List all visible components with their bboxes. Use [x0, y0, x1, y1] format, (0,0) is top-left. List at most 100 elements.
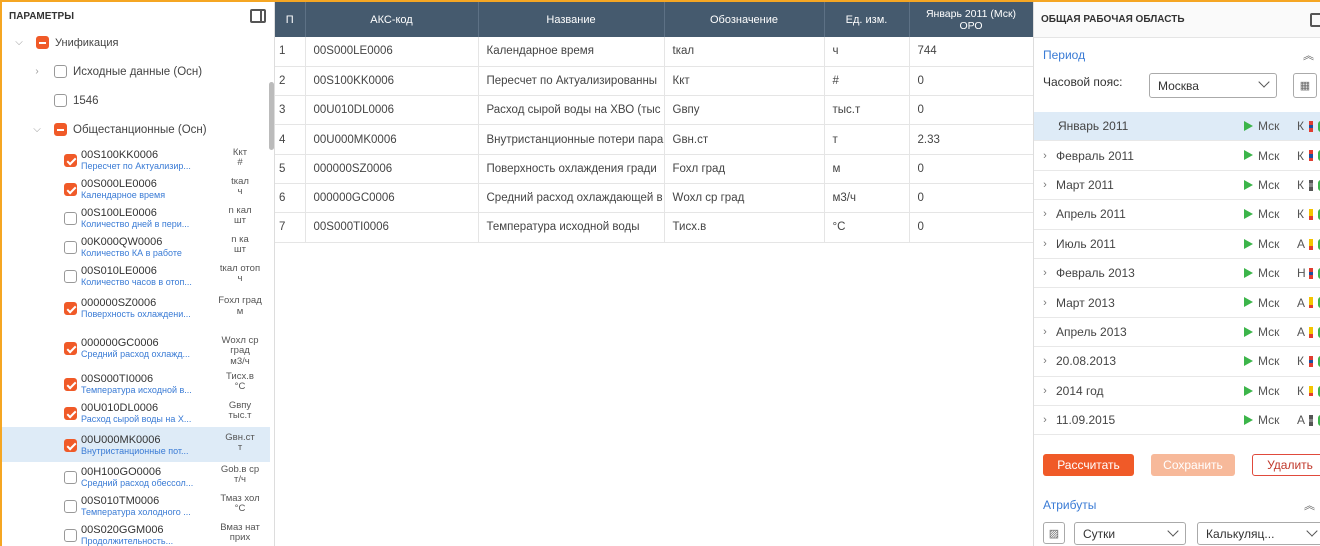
parameter-item[interactable]: 00S000TI0006 Температура исходной в... Тис…	[2, 369, 270, 398]
parameter-checkbox[interactable]	[64, 438, 77, 452]
cell-value[interactable]: 2.33	[909, 124, 1033, 155]
tree-root-checkbox[interactable]	[36, 36, 49, 49]
cell-unit[interactable]: м3/ч	[824, 183, 910, 214]
parameter-checkbox[interactable]	[64, 182, 77, 196]
left-scrollbar[interactable]	[269, 82, 274, 150]
timezone-select[interactable]: Москва	[1149, 73, 1277, 98]
table-row[interactable]: 4 00U000MK0006 Внутристанционные потери па…	[275, 124, 1033, 155]
play-icon[interactable]	[1244, 385, 1253, 396]
parameter-item[interactable]: 00S010LE0006 Количество часов в отоп... tк…	[2, 261, 270, 290]
collapse-icon[interactable]: ︽	[1303, 47, 1314, 63]
calculate-button[interactable]: Рассчитать	[1043, 454, 1134, 476]
parameter-item[interactable]: 00S100LE0006 Количество дней в пери... n к…	[2, 203, 270, 232]
chevron-down-icon[interactable]: ⌵	[14, 37, 24, 48]
cell-code[interactable]: 00S000TI0006	[305, 212, 479, 243]
col-header-n[interactable]: П	[275, 2, 306, 37]
parameter-item[interactable]: 00S020GGM006 Продолжительность... Вмаз нат…	[2, 520, 270, 546]
cell-code[interactable]: 000000GC0006	[305, 183, 479, 214]
collapse-icon[interactable]: ︽	[1304, 497, 1315, 513]
col-header-code[interactable]: АКС-код	[305, 2, 479, 37]
chevron-right-icon[interactable]: ›	[1038, 326, 1052, 338]
cell-name[interactable]: Средний расход охлаждающей в	[478, 183, 665, 214]
chevron-right-icon[interactable]: ›	[1038, 297, 1052, 309]
cell-symbol[interactable]: Fохл град	[664, 154, 825, 184]
cell-code[interactable]: 00U000MK0006	[305, 124, 479, 155]
parameter-item[interactable]: 00S010TM0006 Температура холодного ... Тма…	[2, 491, 270, 520]
col-header-symbol[interactable]: Обозначение	[664, 2, 825, 37]
cell-code[interactable]: 00S000LE0006	[305, 37, 479, 67]
delete-button[interactable]: Удалить	[1252, 454, 1320, 476]
period-item[interactable]: › Февраль 2013 Мск Н	[1034, 259, 1320, 289]
tree-group-checkbox[interactable]	[54, 123, 67, 136]
parameter-desc[interactable]: Расход сырой воды на Х...	[81, 414, 206, 425]
filter-button[interactable]: ▨	[1043, 522, 1065, 544]
parameter-checkbox[interactable]	[64, 302, 77, 315]
chevron-right-icon[interactable]: ›	[1038, 150, 1052, 162]
parameter-item[interactable]: 00U000MK0006 Внутристанционные пот... Gвн.…	[2, 427, 270, 462]
parameter-desc[interactable]: Поверхность охлаждени...	[81, 309, 206, 320]
parameter-checkbox[interactable]	[64, 406, 77, 420]
cell-code[interactable]: 000000SZ0006	[305, 154, 479, 184]
panel-toggle-icon[interactable]	[1310, 13, 1320, 27]
period-item[interactable]: › 11.09.2015 Мск А	[1034, 406, 1320, 436]
parameter-item[interactable]: 000000GC0006 Средний расход охлажд... Wохл…	[2, 326, 270, 369]
attributes-header[interactable]: Атрибуты ︽	[1034, 492, 1320, 518]
cell-value[interactable]: 0	[909, 183, 1033, 214]
chevron-right-icon[interactable]: ›	[1038, 208, 1052, 220]
cell-name[interactable]: Календарное время	[478, 37, 665, 67]
calculation-select[interactable]: Калькуляц...	[1197, 522, 1320, 545]
parameter-checkbox[interactable]	[64, 377, 77, 391]
table-row[interactable]: 5 000000SZ0006 Поверхность охлаждения град…	[275, 154, 1033, 184]
cell-value[interactable]: 744	[909, 37, 1033, 67]
parameter-checkbox[interactable]	[64, 341, 77, 355]
cell-code[interactable]: 00S100KK0006	[305, 66, 479, 97]
period-item[interactable]: › Июль 2011 Мск А	[1034, 230, 1320, 259]
cell-n[interactable]: 5	[275, 154, 306, 184]
cell-value[interactable]: 0	[909, 66, 1033, 97]
chevron-right-icon[interactable]: ›	[1038, 179, 1052, 191]
panel-toggle-icon[interactable]	[250, 9, 266, 23]
parameter-item[interactable]: 00S000LE0006 Календарное время tкал ч	[2, 174, 270, 203]
parameter-checkbox[interactable]	[64, 211, 77, 225]
parameter-checkbox[interactable]	[64, 153, 77, 167]
period-item[interactable]: › Март 2013 Мск А	[1034, 288, 1320, 318]
table-row[interactable]: 3 00U010DL0006 Расход сырой воды на ХВО (т…	[275, 95, 1033, 126]
parameter-checkbox[interactable]	[64, 269, 77, 283]
period-item[interactable]: › Апрель 2013 Мск А	[1034, 318, 1320, 348]
period-item[interactable]: Январь 2011 Мск К	[1034, 112, 1320, 142]
cell-n[interactable]: 2	[275, 66, 306, 97]
chevron-right-icon[interactable]: ›	[1038, 267, 1052, 279]
period-item[interactable]: › 2014 год Мск К	[1034, 377, 1320, 406]
play-icon[interactable]	[1244, 267, 1253, 278]
cell-unit[interactable]: м	[824, 154, 910, 184]
period-item[interactable]: › Апрель 2011 Мск К	[1034, 200, 1320, 230]
parameter-item[interactable]: 00S100KK0006 Пересчет по Актуализир... Ккт…	[2, 145, 270, 174]
play-icon[interactable]	[1244, 238, 1253, 249]
tree-root[interactable]: ⌵ Унификация	[14, 36, 118, 49]
parameter-item[interactable]: 00U010DL0006 Расход сырой воды на Х... Gвп…	[2, 398, 270, 427]
period-item[interactable]: › Февраль 2011 Мск К	[1034, 141, 1320, 171]
tree-group-checkbox[interactable]	[54, 94, 67, 107]
cell-name[interactable]: Температура исходной воды	[478, 212, 665, 243]
cell-symbol[interactable]: Ккт	[664, 66, 825, 97]
cell-value[interactable]: 0	[909, 154, 1033, 184]
table-row[interactable]: 7 00S000TI0006 Температура исходной воды Ти…	[275, 212, 1033, 243]
parameter-desc[interactable]: Температура холодного ...	[81, 507, 206, 518]
cell-n[interactable]: 3	[275, 95, 306, 126]
parameter-item[interactable]: 00H100GO0006 Средний расход обессол... Gob…	[2, 462, 270, 491]
parameter-desc[interactable]: Средний расход охлажд...	[81, 349, 206, 360]
parameter-desc[interactable]: Продолжительность...	[81, 536, 206, 546]
calendar-button[interactable]: ▦	[1293, 73, 1317, 98]
cell-unit[interactable]: тыс.т	[824, 95, 910, 126]
parameter-desc[interactable]: Количество дней в пери...	[81, 219, 206, 230]
parameter-desc[interactable]: Пересчет по Актуализир...	[81, 161, 206, 172]
cell-name[interactable]: Поверхность охлаждения гради	[478, 154, 665, 184]
chevron-right-icon[interactable]: ›	[1038, 238, 1052, 250]
parameter-checkbox[interactable]	[64, 240, 77, 254]
cell-n[interactable]: 4	[275, 124, 306, 155]
parameter-desc[interactable]: Количество КА в работе	[81, 248, 206, 259]
cell-symbol[interactable]: Gвн.ст	[664, 124, 825, 155]
chevron-right-icon[interactable]: ›	[1038, 414, 1052, 426]
play-icon[interactable]	[1244, 414, 1253, 425]
col-header-unit[interactable]: Ед. изм.	[824, 2, 910, 37]
